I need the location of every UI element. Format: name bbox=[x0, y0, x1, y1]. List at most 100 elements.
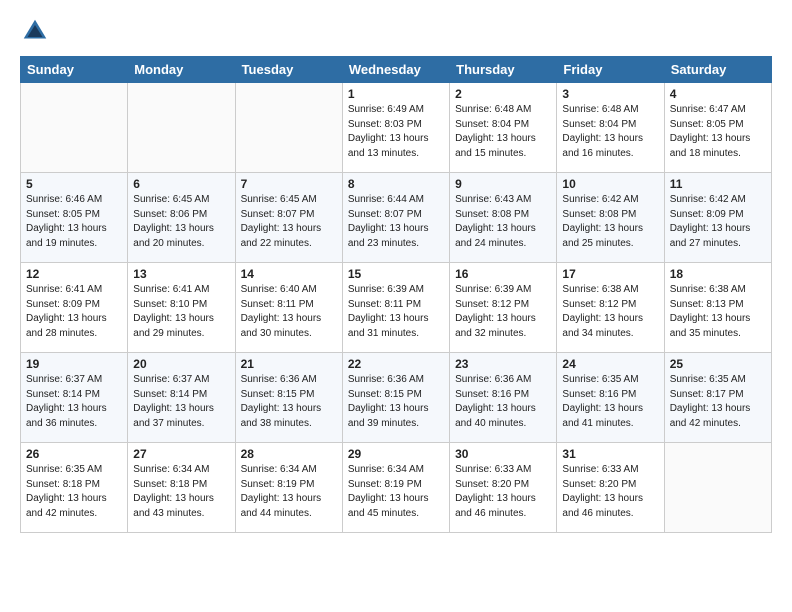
day-number: 9 bbox=[455, 177, 551, 191]
day-number: 22 bbox=[348, 357, 444, 371]
day-info: Sunrise: 6:41 AM Sunset: 8:09 PM Dayligh… bbox=[26, 283, 122, 341]
calendar-week-4: 19 Sunrise: 6:37 AM Sunset: 8:14 PM Dayli… bbox=[21, 353, 772, 443]
day-number: 16 bbox=[455, 267, 551, 281]
calendar-week-5: 26 Sunrise: 6:35 AM Sunset: 8:18 PM Dayli… bbox=[21, 443, 772, 533]
calendar-cell: 23 Sunrise: 6:36 AM Sunset: 8:16 PM Dayli… bbox=[450, 353, 557, 443]
weekday-header-monday: Monday bbox=[128, 57, 235, 83]
day-number: 1 bbox=[348, 87, 444, 101]
day-info: Sunrise: 6:38 AM Sunset: 8:13 PM Dayligh… bbox=[670, 283, 766, 341]
day-info: Sunrise: 6:33 AM Sunset: 8:20 PM Dayligh… bbox=[455, 463, 551, 521]
calendar-cell: 10 Sunrise: 6:42 AM Sunset: 8:08 PM Dayli… bbox=[557, 173, 664, 263]
calendar-cell bbox=[128, 83, 235, 173]
day-number: 31 bbox=[562, 447, 658, 461]
day-number: 19 bbox=[26, 357, 122, 371]
day-number: 15 bbox=[348, 267, 444, 281]
calendar-header-row: SundayMondayTuesdayWednesdayThursdayFrid… bbox=[21, 57, 772, 83]
day-info: Sunrise: 6:35 AM Sunset: 8:18 PM Dayligh… bbox=[26, 463, 122, 521]
day-info: Sunrise: 6:40 AM Sunset: 8:11 PM Dayligh… bbox=[241, 283, 337, 341]
day-info: Sunrise: 6:41 AM Sunset: 8:10 PM Dayligh… bbox=[133, 283, 229, 341]
day-number: 13 bbox=[133, 267, 229, 281]
logo-icon bbox=[20, 16, 50, 46]
day-number: 21 bbox=[241, 357, 337, 371]
day-info: Sunrise: 6:42 AM Sunset: 8:08 PM Dayligh… bbox=[562, 193, 658, 251]
calendar-cell: 15 Sunrise: 6:39 AM Sunset: 8:11 PM Dayli… bbox=[342, 263, 449, 353]
day-number: 24 bbox=[562, 357, 658, 371]
day-info: Sunrise: 6:39 AM Sunset: 8:11 PM Dayligh… bbox=[348, 283, 444, 341]
day-info: Sunrise: 6:36 AM Sunset: 8:16 PM Dayligh… bbox=[455, 373, 551, 431]
day-number: 17 bbox=[562, 267, 658, 281]
page-header bbox=[20, 16, 772, 46]
day-number: 10 bbox=[562, 177, 658, 191]
calendar-cell: 20 Sunrise: 6:37 AM Sunset: 8:14 PM Dayli… bbox=[128, 353, 235, 443]
calendar-cell: 29Sunrise: 6:34 AM Sunset: 8:19 PM Dayli… bbox=[342, 443, 449, 533]
day-info: Sunrise: 6:45 AM Sunset: 8:06 PM Dayligh… bbox=[133, 193, 229, 251]
calendar-cell bbox=[235, 83, 342, 173]
weekday-header-tuesday: Tuesday bbox=[235, 57, 342, 83]
day-number: 3 bbox=[562, 87, 658, 101]
day-number: 12 bbox=[26, 267, 122, 281]
day-info: Sunrise: 6:34 AM Sunset: 8:18 PM Dayligh… bbox=[133, 463, 229, 521]
day-info: Sunrise: 6:35 AM Sunset: 8:17 PM Dayligh… bbox=[670, 373, 766, 431]
calendar-cell: 5Sunrise: 6:46 AM Sunset: 8:05 PM Daylig… bbox=[21, 173, 128, 263]
calendar-cell: 1Sunrise: 6:49 AM Sunset: 8:03 PM Daylig… bbox=[342, 83, 449, 173]
calendar-cell: 3 Sunrise: 6:48 AM Sunset: 8:04 PM Daylig… bbox=[557, 83, 664, 173]
day-info: Sunrise: 6:47 AM Sunset: 8:05 PM Dayligh… bbox=[670, 103, 766, 161]
calendar-week-2: 5Sunrise: 6:46 AM Sunset: 8:05 PM Daylig… bbox=[21, 173, 772, 263]
day-info: Sunrise: 6:48 AM Sunset: 8:04 PM Dayligh… bbox=[455, 103, 551, 161]
day-info: Sunrise: 6:36 AM Sunset: 8:15 PM Dayligh… bbox=[348, 373, 444, 431]
weekday-header-friday: Friday bbox=[557, 57, 664, 83]
day-number: 23 bbox=[455, 357, 551, 371]
calendar-cell bbox=[21, 83, 128, 173]
calendar-cell: 25 Sunrise: 6:35 AM Sunset: 8:17 PM Dayli… bbox=[664, 353, 771, 443]
day-info: Sunrise: 6:35 AM Sunset: 8:16 PM Dayligh… bbox=[562, 373, 658, 431]
calendar-cell: 30 Sunrise: 6:33 AM Sunset: 8:20 PM Dayli… bbox=[450, 443, 557, 533]
calendar-cell: 16 Sunrise: 6:39 AM Sunset: 8:12 PM Dayli… bbox=[450, 263, 557, 353]
day-info: Sunrise: 6:34 AM Sunset: 8:19 PM Dayligh… bbox=[241, 463, 337, 521]
calendar-cell: 13 Sunrise: 6:41 AM Sunset: 8:10 PM Dayli… bbox=[128, 263, 235, 353]
weekday-header-sunday: Sunday bbox=[21, 57, 128, 83]
calendar-cell: 21 Sunrise: 6:36 AM Sunset: 8:15 PM Dayli… bbox=[235, 353, 342, 443]
calendar-week-1: 1Sunrise: 6:49 AM Sunset: 8:03 PM Daylig… bbox=[21, 83, 772, 173]
day-number: 28 bbox=[241, 447, 337, 461]
day-info: Sunrise: 6:33 AM Sunset: 8:20 PM Dayligh… bbox=[562, 463, 658, 521]
day-number: 2 bbox=[455, 87, 551, 101]
day-number: 25 bbox=[670, 357, 766, 371]
calendar-week-3: 12 Sunrise: 6:41 AM Sunset: 8:09 PM Dayli… bbox=[21, 263, 772, 353]
day-info: Sunrise: 6:43 AM Sunset: 8:08 PM Dayligh… bbox=[455, 193, 551, 251]
day-info: Sunrise: 6:39 AM Sunset: 8:12 PM Dayligh… bbox=[455, 283, 551, 341]
day-number: 4 bbox=[670, 87, 766, 101]
calendar-cell: 18Sunrise: 6:38 AM Sunset: 8:13 PM Dayli… bbox=[664, 263, 771, 353]
day-number: 27 bbox=[133, 447, 229, 461]
day-info: Sunrise: 6:48 AM Sunset: 8:04 PM Dayligh… bbox=[562, 103, 658, 161]
calendar-cell: 4 Sunrise: 6:47 AM Sunset: 8:05 PM Daylig… bbox=[664, 83, 771, 173]
day-number: 6 bbox=[133, 177, 229, 191]
day-info: Sunrise: 6:36 AM Sunset: 8:15 PM Dayligh… bbox=[241, 373, 337, 431]
day-info: Sunrise: 6:38 AM Sunset: 8:12 PM Dayligh… bbox=[562, 283, 658, 341]
calendar-cell: 24 Sunrise: 6:35 AM Sunset: 8:16 PM Dayli… bbox=[557, 353, 664, 443]
calendar-cell: 22 Sunrise: 6:36 AM Sunset: 8:15 PM Dayli… bbox=[342, 353, 449, 443]
day-number: 29 bbox=[348, 447, 444, 461]
day-info: Sunrise: 6:42 AM Sunset: 8:09 PM Dayligh… bbox=[670, 193, 766, 251]
calendar-cell: 7 Sunrise: 6:45 AM Sunset: 8:07 PM Daylig… bbox=[235, 173, 342, 263]
weekday-header-wednesday: Wednesday bbox=[342, 57, 449, 83]
day-info: Sunrise: 6:45 AM Sunset: 8:07 PM Dayligh… bbox=[241, 193, 337, 251]
day-number: 5 bbox=[26, 177, 122, 191]
calendar-body: 1Sunrise: 6:49 AM Sunset: 8:03 PM Daylig… bbox=[21, 83, 772, 533]
logo bbox=[20, 16, 54, 46]
calendar-cell: 17 Sunrise: 6:38 AM Sunset: 8:12 PM Dayli… bbox=[557, 263, 664, 353]
calendar-cell: 31 Sunrise: 6:33 AM Sunset: 8:20 PM Dayli… bbox=[557, 443, 664, 533]
day-number: 11 bbox=[670, 177, 766, 191]
day-number: 30 bbox=[455, 447, 551, 461]
day-number: 26 bbox=[26, 447, 122, 461]
day-number: 7 bbox=[241, 177, 337, 191]
weekday-header-saturday: Saturday bbox=[664, 57, 771, 83]
calendar-cell: 12 Sunrise: 6:41 AM Sunset: 8:09 PM Dayli… bbox=[21, 263, 128, 353]
day-info: Sunrise: 6:44 AM Sunset: 8:07 PM Dayligh… bbox=[348, 193, 444, 251]
calendar-cell: 11 Sunrise: 6:42 AM Sunset: 8:09 PM Dayli… bbox=[664, 173, 771, 263]
day-info: Sunrise: 6:37 AM Sunset: 8:14 PM Dayligh… bbox=[133, 373, 229, 431]
calendar-cell: 19Sunrise: 6:37 AM Sunset: 8:14 PM Dayli… bbox=[21, 353, 128, 443]
day-number: 20 bbox=[133, 357, 229, 371]
day-number: 8 bbox=[348, 177, 444, 191]
calendar-cell: 8 Sunrise: 6:44 AM Sunset: 8:07 PM Daylig… bbox=[342, 173, 449, 263]
calendar-cell: 2 Sunrise: 6:48 AM Sunset: 8:04 PM Daylig… bbox=[450, 83, 557, 173]
